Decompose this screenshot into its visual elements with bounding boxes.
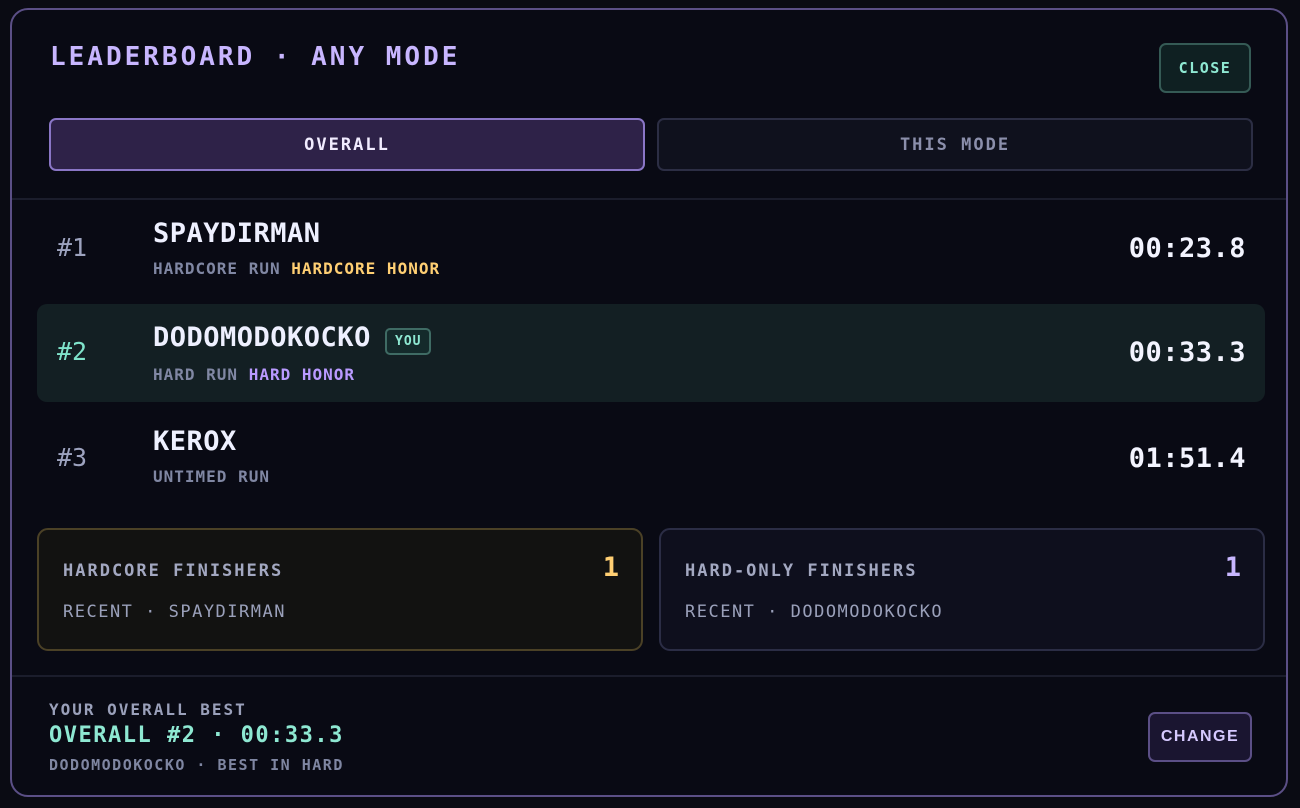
player-name: DODOMODOKOCKO — [153, 322, 371, 353]
rank-label: #2 — [57, 337, 88, 366]
hard-only-finishers-card: HARD-ONLY FINISHERS 1 RECENT · DODOMODOK… — [659, 528, 1265, 651]
player-name: KEROX — [153, 426, 237, 457]
you-badge: YOU — [385, 328, 432, 355]
recent-finisher: RECENT · SPAYDIRMAN — [63, 602, 286, 622]
honor-label: HARDCORE HONOR — [291, 259, 441, 278]
honor-label: HARD HONOR — [248, 365, 356, 384]
run-type: HARDCORE RUN — [153, 259, 281, 278]
best-value: OVERALL #2 · 00:33.3 — [49, 723, 344, 748]
run-info: HARDCORE RUN HARDCORE HONOR — [153, 259, 440, 278]
leaderboard-panel: LEADERBOARD · ANY MODE CLOSE OVERALL THI… — [10, 8, 1288, 797]
leaderboard-row-you[interactable]: #2 DODOMODOKOCKO YOU HARD RUN HARD HONOR… — [37, 304, 1265, 402]
run-type: UNTIMED RUN — [153, 467, 270, 486]
run-time: 01:51.4 — [1128, 443, 1246, 474]
recent-finisher: RECENT · DODOMODOKOCKO — [685, 602, 944, 622]
card-label: HARD-ONLY FINISHERS — [685, 561, 918, 581]
leaderboard-title: LEADERBOARD · ANY MODE — [50, 42, 461, 72]
run-info: UNTIMED RUN — [153, 467, 270, 486]
best-label: YOUR OVERALL BEST — [49, 700, 247, 719]
run-type: HARD RUN — [153, 365, 239, 384]
finisher-count: 1 — [602, 552, 619, 583]
rank-label: #1 — [57, 233, 88, 262]
tab-this-mode[interactable]: THIS MODE — [657, 118, 1253, 171]
run-time: 00:23.8 — [1128, 233, 1246, 264]
rank-label: #3 — [57, 443, 88, 472]
finisher-count: 1 — [1224, 552, 1241, 583]
hardcore-finishers-card: HARDCORE FINISHERS 1 RECENT · SPAYDIRMAN — [37, 528, 643, 651]
run-info: HARD RUN HARD HONOR — [153, 365, 355, 384]
close-button[interactable]: CLOSE — [1159, 43, 1251, 93]
footer-divider — [12, 675, 1286, 677]
best-detail: DODOMODOKOCKO · BEST IN HARD — [49, 756, 344, 774]
player-name: SPAYDIRMAN — [153, 218, 321, 249]
card-label: HARDCORE FINISHERS — [63, 561, 284, 581]
tab-overall[interactable]: OVERALL — [49, 118, 645, 171]
leaderboard-row[interactable]: #3 KEROX UNTIMED RUN 01:51.4 — [37, 408, 1265, 506]
leaderboard-row[interactable]: #1 SPAYDIRMAN HARDCORE RUN HARDCORE HONO… — [37, 200, 1265, 298]
change-button[interactable]: CHANGE — [1148, 712, 1252, 762]
run-time: 00:33.3 — [1128, 337, 1246, 368]
